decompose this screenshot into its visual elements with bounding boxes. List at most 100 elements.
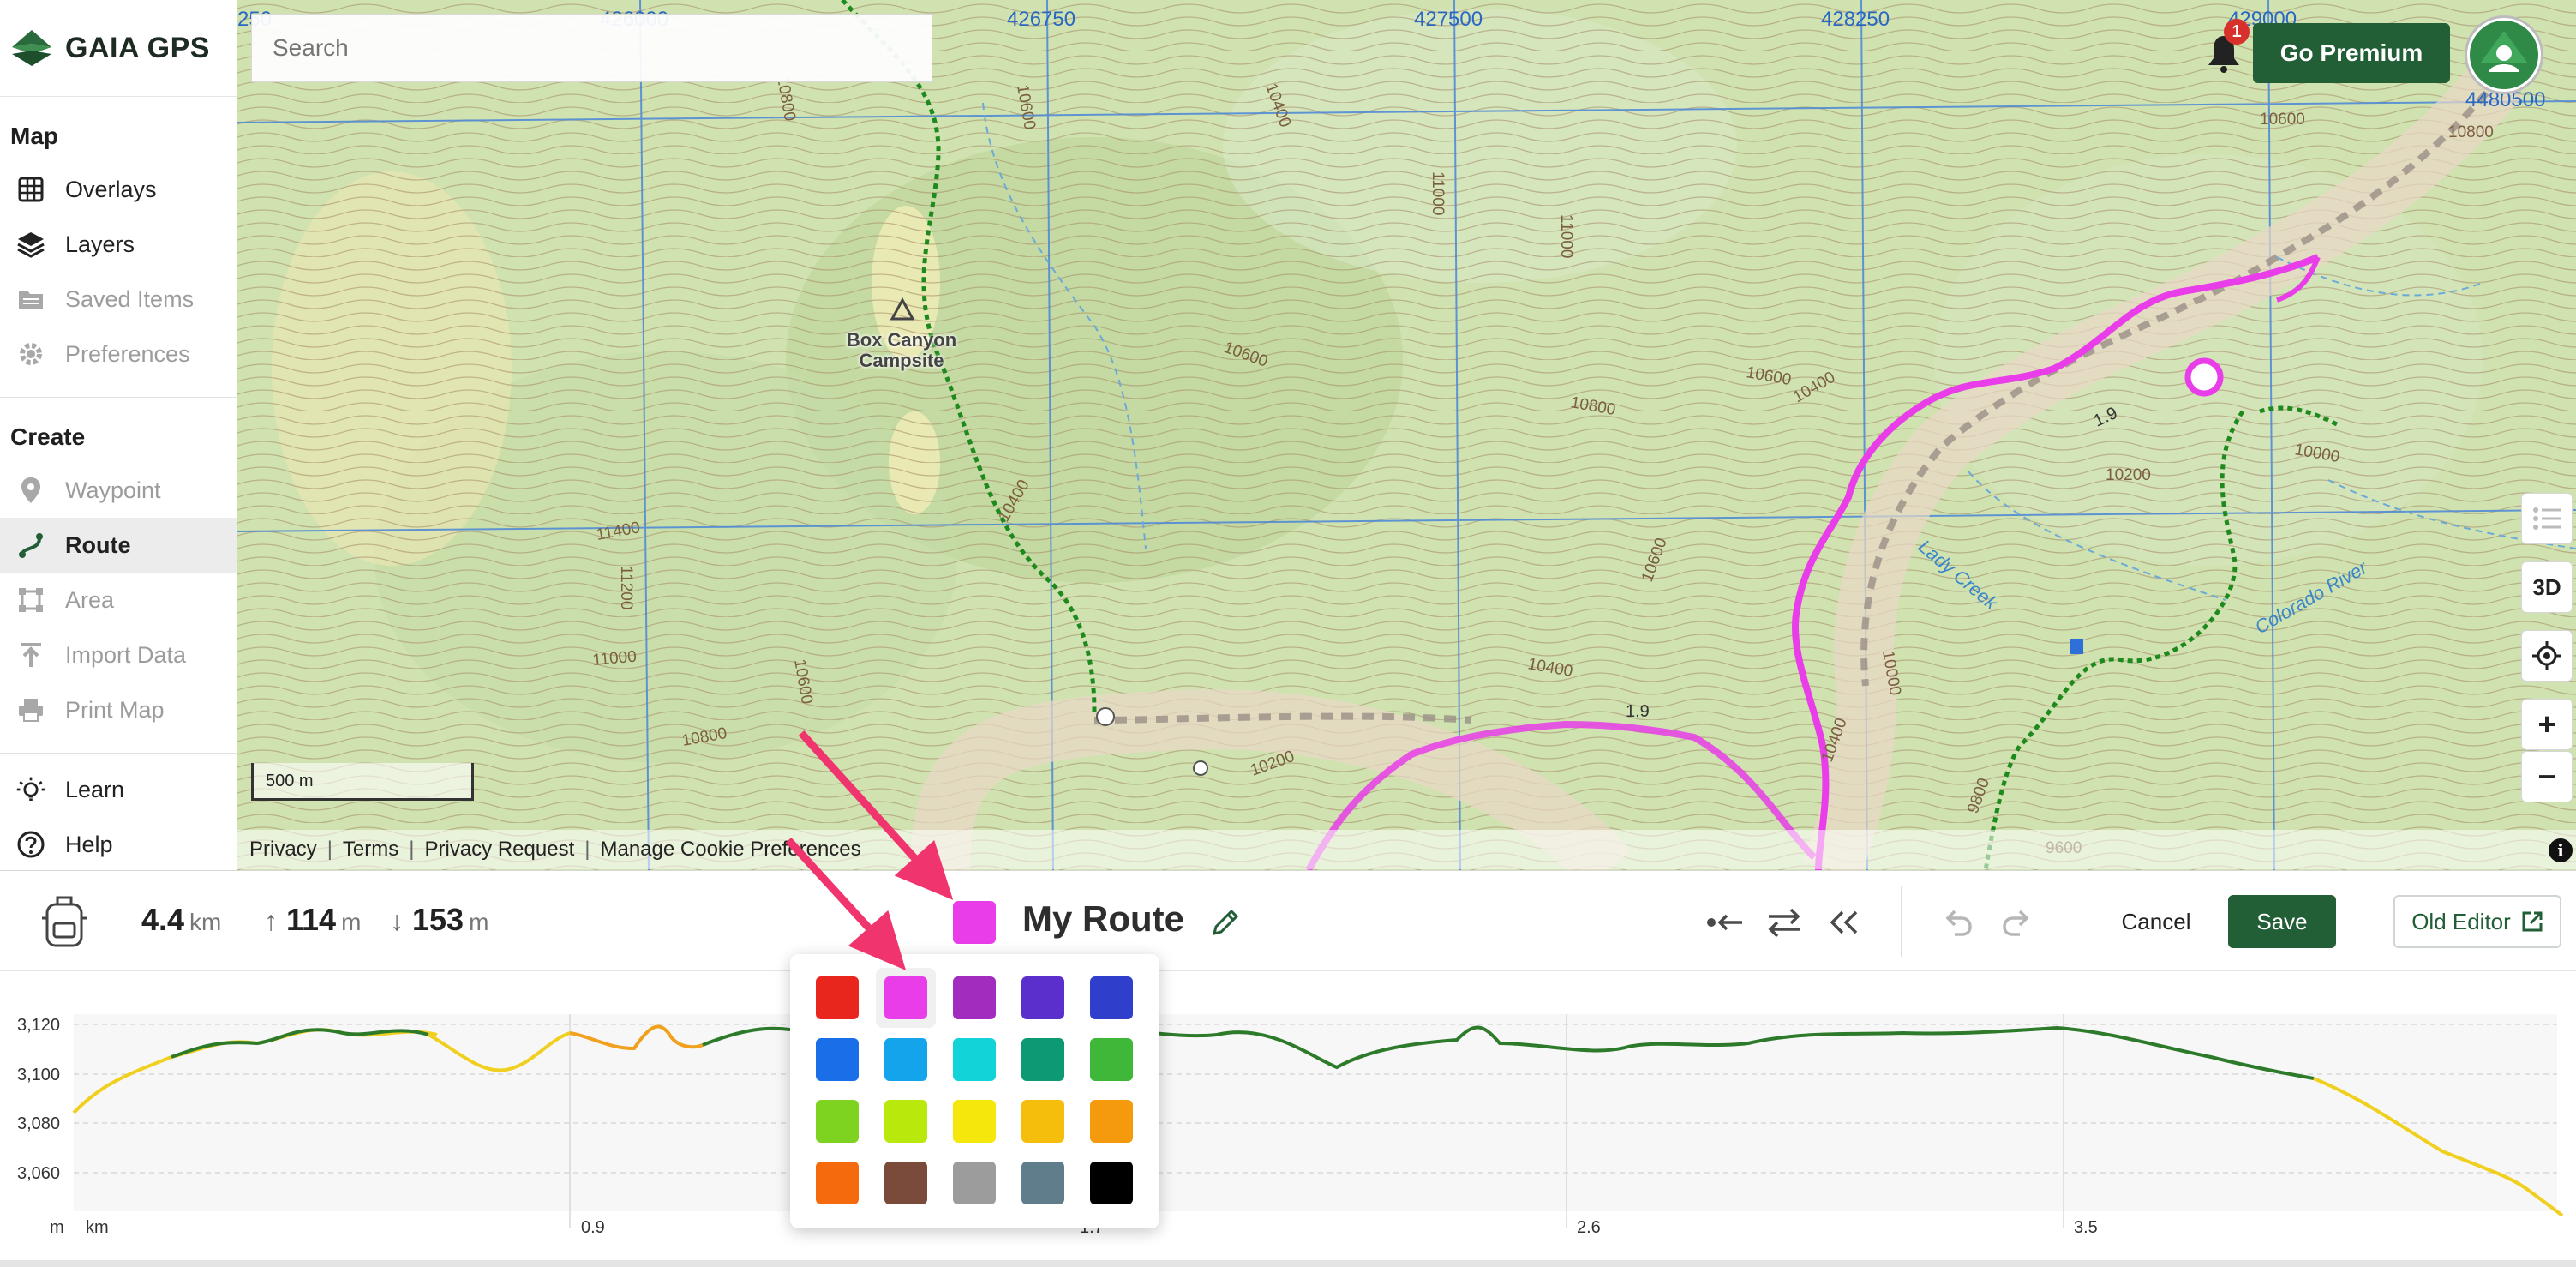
color-swatch[interactable] xyxy=(1090,976,1133,1019)
go-premium-button[interactable]: Go Premium xyxy=(2253,23,2450,83)
color-swatch[interactable] xyxy=(1090,1038,1133,1081)
grid-label-top: 427500 xyxy=(1414,8,1483,31)
distance-unit: km xyxy=(189,909,222,935)
color-swatch[interactable] xyxy=(816,976,859,1019)
zoom-in-button[interactable]: + xyxy=(2521,699,2573,750)
dot-arrow-left-icon xyxy=(1707,914,1742,931)
color-swatch[interactable] xyxy=(884,1162,927,1204)
color-swatch[interactable] xyxy=(953,1038,996,1081)
color-swatch[interactable] xyxy=(1021,1162,1064,1204)
y-tick-label: 3,120 xyxy=(17,1016,60,1035)
privacy-link[interactable]: Privacy xyxy=(249,838,317,862)
map-canvas[interactable]: 250 426000 426750 427500 428250 429000 4… xyxy=(237,0,2576,870)
waypoint-marker-icon[interactable] xyxy=(1193,760,1208,776)
layers-icon xyxy=(15,229,46,260)
contour-label: 11000 xyxy=(592,648,638,670)
sidebar-item-route[interactable]: Route xyxy=(0,518,237,573)
reverse-route-button[interactable] xyxy=(1762,902,1806,943)
sidebar-item-preferences[interactable]: Preferences xyxy=(0,327,237,381)
locate-button[interactable] xyxy=(2521,630,2573,682)
zoom-out-button[interactable]: − xyxy=(2521,751,2573,802)
gaia-logo-icon xyxy=(12,30,51,66)
color-swatch[interactable] xyxy=(816,1100,859,1143)
reverse-from-point-button[interactable] xyxy=(1704,902,1748,943)
help-icon xyxy=(15,829,46,860)
color-swatch[interactable] xyxy=(953,1100,996,1143)
sidebar-item-label: Route xyxy=(65,531,131,558)
route-color-button[interactable] xyxy=(953,901,996,944)
sidebar-item-overlays[interactable]: Overlays xyxy=(0,162,237,217)
cookie-preferences-link[interactable]: Manage Cookie Preferences xyxy=(600,838,860,862)
import-icon xyxy=(15,640,46,670)
redo-button[interactable] xyxy=(1995,902,2040,943)
color-swatch[interactable] xyxy=(876,968,936,1028)
route-endpoint[interactable] xyxy=(2184,357,2224,397)
route-name[interactable]: My Route xyxy=(1022,898,1184,940)
color-swatch[interactable] xyxy=(1090,1162,1133,1204)
app-logo[interactable]: GAIA GPS xyxy=(0,0,237,97)
campsite-label-line: Campsite xyxy=(859,350,944,371)
color-swatch[interactable] xyxy=(953,976,996,1019)
color-swatch[interactable] xyxy=(1021,1100,1064,1143)
color-swatch[interactable] xyxy=(884,1100,927,1143)
descent-value: 153 xyxy=(412,902,464,937)
edit-name-button[interactable] xyxy=(1208,905,1243,940)
privacy-request-link[interactable]: Privacy Request xyxy=(425,838,575,862)
info-icon[interactable]: i xyxy=(2549,838,2573,862)
link-separator: | xyxy=(409,838,415,861)
sidebar-item-area[interactable]: Area xyxy=(0,573,237,627)
sidebar-item-waypoint[interactable]: Waypoint xyxy=(0,463,237,518)
campsite-label[interactable]: Box Canyon Campsite xyxy=(837,330,966,371)
color-swatch[interactable] xyxy=(1021,976,1064,1019)
three-d-button[interactable]: 3D xyxy=(2521,561,2573,613)
color-picker-popover xyxy=(790,954,1159,1228)
route-ascent: ↑ 114 m xyxy=(264,902,361,938)
color-swatch[interactable] xyxy=(816,1038,859,1081)
color-swatch[interactable] xyxy=(884,1038,927,1081)
sidebar-item-import-data[interactable]: Import Data xyxy=(0,627,237,682)
sidebar-item-layers[interactable]: Layers xyxy=(0,217,237,272)
sidebar-item-label: Layers xyxy=(65,231,135,257)
gate-marker-icon[interactable] xyxy=(2070,639,2083,654)
legend-button[interactable] xyxy=(2521,493,2573,544)
old-editor-label: Old Editor xyxy=(2411,908,2511,934)
terms-link[interactable]: Terms xyxy=(343,838,398,862)
user-avatar[interactable] xyxy=(2465,15,2543,94)
elevation-chart[interactable]: 3,120 3,100 3,080 3,060 m km 0.9 1.7 2.6… xyxy=(0,971,2576,1267)
color-swatch[interactable] xyxy=(1090,1100,1133,1143)
area-icon xyxy=(15,585,46,615)
folder-icon xyxy=(15,284,46,315)
sidebar-item-print-map[interactable]: Print Map xyxy=(0,682,237,737)
topo-map[interactable]: 250 426000 426750 427500 428250 429000 4… xyxy=(237,0,2576,870)
sidebar-item-help[interactable]: Help xyxy=(0,817,237,870)
color-swatch[interactable] xyxy=(953,1162,996,1204)
cancel-button[interactable]: Cancel xyxy=(2105,895,2208,948)
save-button[interactable]: Save xyxy=(2228,895,2336,948)
route-icon xyxy=(15,530,46,561)
color-swatch[interactable] xyxy=(816,1162,859,1204)
sidebar-item-label: Print Map xyxy=(65,696,165,723)
x-tick-label: 2.6 xyxy=(1577,1218,1601,1237)
pencil-icon xyxy=(1212,909,1239,936)
contour-label: 10200 xyxy=(2106,466,2151,484)
sidebar-item-saved-items[interactable]: Saved Items xyxy=(0,272,237,327)
x-tick-label: 3.5 xyxy=(2074,1218,2098,1237)
route-distance: 4.4 km xyxy=(141,902,221,938)
double-chevron-left-icon xyxy=(1830,910,1858,934)
search-input[interactable] xyxy=(251,14,932,82)
return-to-start-button[interactable] xyxy=(1822,902,1866,943)
list-icon xyxy=(2533,507,2561,530)
backpack-icon[interactable] xyxy=(34,890,94,953)
undo-button[interactable] xyxy=(1935,902,1980,943)
sidebar-map-header: Map xyxy=(10,123,58,149)
printer-icon xyxy=(15,694,46,725)
elevation-profile[interactable]: 3,120 3,100 3,080 3,060 m km 0.9 1.7 2.6… xyxy=(0,971,2576,1267)
toolbar-divider xyxy=(1901,886,1902,957)
sidebar-item-label: Area xyxy=(65,586,115,613)
sidebar-item-learn[interactable]: Learn xyxy=(0,762,237,817)
old-editor-button[interactable]: Old Editor xyxy=(2393,895,2561,948)
color-swatch[interactable] xyxy=(1021,1038,1064,1081)
info-marker-icon[interactable] xyxy=(1096,707,1115,726)
sidebar-item-label: Waypoint xyxy=(65,477,161,503)
sidebar-divider xyxy=(0,753,237,754)
